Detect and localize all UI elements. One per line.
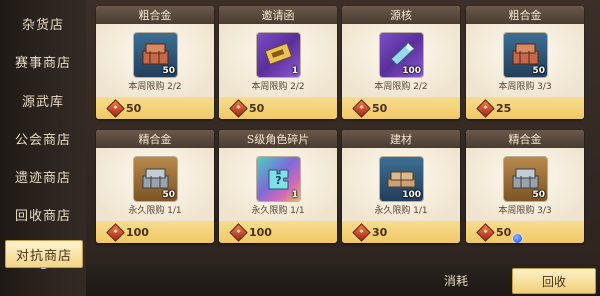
price-bar: 50 — [466, 221, 584, 243]
currency-gem-icon — [229, 223, 248, 242]
purchase-limit: 本周限购 2/2 — [251, 82, 305, 92]
price-bar: 50 — [219, 97, 337, 119]
sidebar-item-pvp-shop[interactable]: 对抗商店 — [5, 240, 83, 268]
building-material-icon: 100 — [379, 156, 424, 202]
item-name: 粗合金 — [96, 6, 214, 24]
sidebar-item-grocery[interactable]: 杂货店 — [0, 6, 86, 40]
item-name: 建材 — [342, 130, 460, 148]
refined-alloy-icon: 50 — [503, 156, 548, 202]
item-price: 30 — [372, 225, 388, 239]
price-bar: 100 — [219, 221, 337, 243]
price-bar: 50 — [96, 97, 214, 119]
shop-card[interactable]: 精合金 50 本周限购 3/3 50 — [466, 130, 584, 243]
currency-gem-icon — [352, 99, 371, 118]
sidebar-item-label: 赛事商店 — [14, 55, 71, 71]
refined-alloy-icon: 50 — [133, 156, 178, 202]
item-name: 精合金 — [96, 130, 214, 148]
item-name: 粗合金 — [466, 6, 584, 24]
coarse-alloy-icon: 50 — [133, 32, 178, 78]
item-quantity: 50 — [162, 66, 175, 76]
item-quantity: 50 — [532, 66, 545, 76]
currency-gem-icon — [476, 99, 495, 118]
item-price: 100 — [249, 225, 272, 239]
item-quantity: 100 — [402, 190, 421, 200]
shop-card[interactable]: S级角色碎片 ? 1 永久限购 1/1 100 — [219, 130, 337, 243]
item-name: 邀请函 — [219, 6, 337, 24]
character-fragment-icon: ? 1 — [256, 156, 301, 202]
price-bar: 25 — [466, 97, 584, 119]
sidebar-item-label: 杂货店 — [21, 17, 64, 33]
sidebar-item-label: 遗迹商店 — [14, 170, 71, 186]
purchase-limit: 本周限购 2/2 — [128, 82, 182, 92]
source-core-icon: 100 — [379, 32, 424, 78]
item-price: 50 — [496, 225, 512, 239]
shop-grid: 粗合金 50 本周限购 2/2 50 邀请函 1 本周限购 2/2 50 源核 … — [86, 0, 600, 264]
coarse-alloy-icon: 50 — [503, 32, 548, 78]
sidebar-item-label: 源武库 — [21, 94, 64, 110]
item-quantity: 50 — [532, 190, 545, 200]
item-quantity: 1 — [291, 66, 298, 76]
currency-gem-icon — [229, 99, 248, 118]
currency-gem-icon — [476, 223, 495, 242]
sidebar-item-relic-shop[interactable]: 遗迹商店 — [0, 159, 86, 193]
sidebar-item-label: 对抗商店 — [15, 248, 72, 264]
sidebar-item-label: 公会商店 — [14, 132, 71, 148]
shop-card[interactable]: 邀请函 1 本周限购 2/2 50 — [219, 6, 337, 119]
item-quantity: 1 — [291, 190, 298, 200]
shop-card[interactable]: 源核 100 本周限购 2/2 50 — [342, 6, 460, 119]
shop-card[interactable]: 粗合金 50 本周限购 2/2 50 — [96, 6, 214, 119]
sidebar-item-event-shop[interactable]: 赛事商店 — [0, 44, 86, 78]
svg-text:?: ? — [275, 174, 281, 187]
shop-sidebar: 杂货店 赛事商店 源武库 公会商店 遗迹商店 回收商店 对抗商店 — [0, 0, 87, 296]
info-dot-icon — [512, 233, 523, 243]
currency-gem-icon — [352, 223, 371, 242]
purchase-limit: 永久限购 1/1 — [374, 206, 428, 216]
item-price: 25 — [496, 101, 512, 115]
currency-gem-icon — [106, 99, 125, 118]
item-name: S级角色碎片 — [219, 130, 337, 148]
sidebar-item-label: 回收商店 — [14, 208, 71, 224]
item-price: 50 — [372, 101, 388, 115]
purchase-limit: 本周限购 3/3 — [498, 206, 552, 216]
recycle-button-label: 回收 — [541, 274, 566, 289]
price-bar: 50 — [342, 97, 460, 119]
purchase-limit: 永久限购 1/1 — [251, 206, 305, 216]
sidebar-item-armory[interactable]: 源武库 — [0, 83, 86, 117]
recycle-button[interactable]: 回收 — [512, 268, 596, 294]
purchase-limit: 永久限购 1/1 — [128, 206, 182, 216]
shop-card[interactable]: 粗合金 50 本周限购 3/3 25 — [466, 6, 584, 119]
sidebar-item-recycle-shop[interactable]: 回收商店 — [0, 197, 86, 231]
purchase-limit: 本周限购 3/3 — [498, 82, 552, 92]
item-name: 源核 — [342, 6, 460, 24]
item-price: 100 — [126, 225, 149, 239]
price-bar: 30 — [342, 221, 460, 243]
sidebar-item-guild-shop[interactable]: 公会商店 — [0, 121, 86, 155]
item-quantity: 100 — [402, 66, 421, 76]
item-name: 精合金 — [466, 130, 584, 148]
currency-gem-icon — [106, 223, 125, 242]
shop-card[interactable]: 精合金 50 永久限购 1/1 100 — [96, 130, 214, 243]
shop-card[interactable]: 建材 100 永久限购 1/1 30 — [342, 130, 460, 243]
purchase-limit: 本周限购 2/2 — [374, 82, 428, 92]
item-price: 50 — [126, 101, 142, 115]
price-bar: 100 — [96, 221, 214, 243]
item-quantity: 50 — [162, 190, 175, 200]
consume-label: 消耗 — [444, 274, 469, 288]
invitation-icon: 1 — [256, 32, 301, 78]
item-price: 50 — [249, 101, 265, 115]
